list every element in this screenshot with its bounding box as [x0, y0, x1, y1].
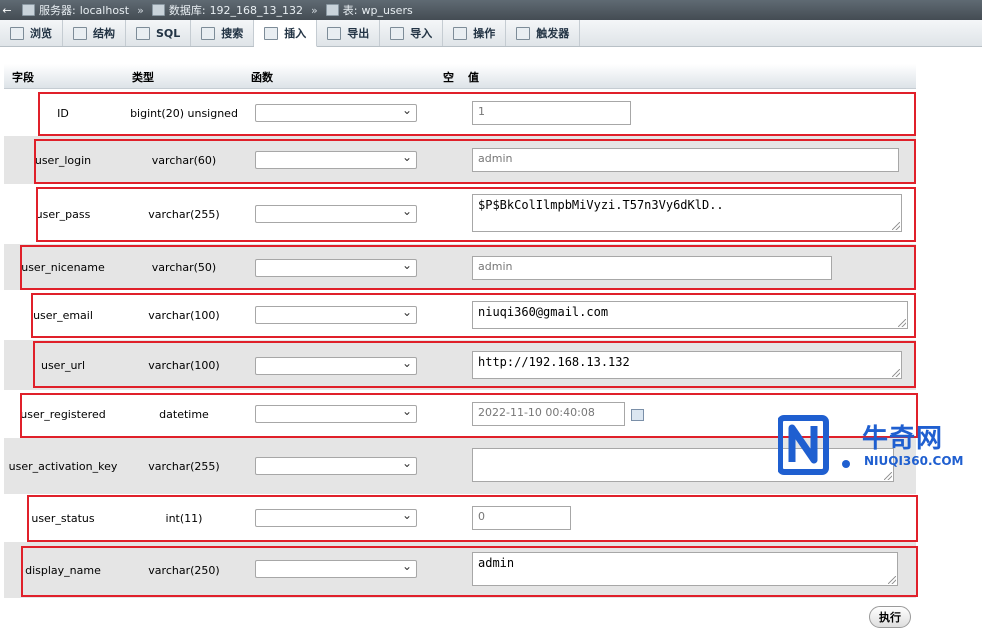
field-type: varchar(60): [151, 153, 217, 167]
column-header-function: 函数: [251, 71, 273, 84]
trigger-icon: [516, 26, 531, 40]
value-input-user-nicename[interactable]: admin: [472, 256, 832, 280]
value-textarea-user-pass[interactable]: $P$BkColIlmpbMiVyzi.T57n3Vy6dKlD..: [472, 194, 902, 232]
export-icon: [327, 26, 342, 40]
column-header-type: 类型: [132, 71, 154, 84]
table-row: ID bigint(20) unsigned 1: [4, 90, 916, 136]
function-select[interactable]: [255, 456, 417, 475]
field-type: int(11): [165, 511, 203, 525]
function-select[interactable]: [255, 404, 417, 423]
field-type: varchar(255): [148, 207, 220, 221]
table-row: user_nicename varchar(50) admin: [4, 244, 916, 290]
field-type: varchar(100): [148, 358, 220, 372]
field-name: display_name: [25, 563, 101, 577]
watermark: 牛奇网 NIUQI360.COM: [778, 412, 978, 478]
field-name: user_activation_key: [8, 459, 118, 473]
tab-operations[interactable]: 操作: [443, 20, 507, 46]
value-textarea-user-url[interactable]: http://192.168.13.132: [472, 351, 902, 379]
breadcrumb-table-value[interactable]: wp_users: [362, 4, 413, 17]
search-icon: [201, 26, 216, 40]
function-select[interactable]: [255, 150, 417, 169]
function-select[interactable]: [255, 204, 417, 223]
field-type: bigint(20) unsigned: [130, 106, 238, 120]
breadcrumb-db-label: 数据库:: [168, 4, 206, 17]
wrench-icon: [453, 26, 468, 40]
calendar-icon[interactable]: [631, 409, 644, 421]
breadcrumb-server-label: 服务器:: [39, 4, 76, 17]
table-row: user_login varchar(60) admin: [4, 136, 916, 184]
insert-icon: [264, 26, 279, 40]
field-name: ID: [57, 106, 69, 120]
execute-button[interactable]: 执行: [869, 606, 911, 628]
field-name: user_nicename: [21, 260, 105, 274]
tab-search[interactable]: 搜索: [191, 20, 255, 46]
breadcrumb-server-value[interactable]: localhost: [80, 4, 129, 17]
value-input-id[interactable]: 1: [472, 101, 631, 125]
database-icon: [151, 4, 165, 16]
function-select[interactable]: [255, 258, 417, 277]
function-select[interactable]: [255, 103, 417, 122]
value-input-user-status[interactable]: 0: [472, 506, 571, 530]
field-type: varchar(100): [148, 308, 220, 322]
import-icon: [390, 26, 405, 40]
breadcrumb-table-label: 表:: [342, 4, 358, 17]
column-header-field: 字段: [12, 71, 34, 84]
table-row: user_email varchar(100) niuqi360@gmail.c…: [4, 290, 916, 340]
field-type: varchar(250): [148, 563, 220, 577]
watermark-dot: [842, 460, 850, 468]
column-header-value: 值: [468, 71, 479, 84]
field-type: datetime: [159, 407, 209, 421]
server-icon: [22, 4, 35, 16]
function-select[interactable]: [255, 508, 417, 527]
value-textarea-user-email[interactable]: niuqi360@gmail.com: [472, 301, 908, 329]
function-select[interactable]: [255, 559, 417, 578]
function-select[interactable]: [255, 356, 417, 375]
watermark-logo-icon: [778, 415, 829, 475]
sql-icon: [136, 26, 150, 40]
function-select[interactable]: [255, 305, 417, 324]
tab-export[interactable]: 导出: [317, 20, 381, 46]
field-name: user_url: [40, 358, 86, 372]
field-type: varchar(50): [151, 260, 217, 274]
field-name: user_registered: [20, 407, 106, 421]
watermark-en: NIUQI360.COM: [864, 454, 964, 468]
table-row: user_status int(11) 0: [4, 494, 916, 542]
tab-browse[interactable]: 浏览: [0, 20, 63, 46]
value-input-user-registered[interactable]: 2022-11-10 00:40:08: [472, 402, 625, 426]
breadcrumb-separator: »: [137, 3, 144, 17]
back-arrow-icon[interactable]: ←: [0, 4, 14, 17]
tab-insert[interactable]: 插入: [254, 20, 318, 47]
insert-table-header: 字段 类型 函数 空 值: [4, 64, 916, 89]
breadcrumb: ← 服务器: localhost » 数据库: 192_168_13_132 »…: [0, 0, 982, 20]
tab-import[interactable]: 导入: [380, 20, 444, 46]
value-textarea-display-name[interactable]: admin: [472, 552, 898, 586]
breadcrumb-table[interactable]: 表: wp_users: [325, 2, 413, 18]
structure-icon: [73, 26, 87, 40]
tab-sql[interactable]: SQL: [126, 20, 192, 46]
breadcrumb-server[interactable]: 服务器: localhost: [22, 2, 129, 18]
breadcrumb-separator: »: [311, 3, 318, 17]
tab-structure[interactable]: 结构: [63, 20, 126, 46]
table-row: display_name varchar(250) admin: [4, 542, 916, 598]
table-row: user_pass varchar(255) $P$BkColIlmpbMiVy…: [4, 184, 916, 244]
table-icon: [325, 4, 339, 16]
field-name: user_status: [31, 511, 95, 525]
field-name: user_login: [34, 153, 92, 167]
value-input-user-login[interactable]: admin: [472, 148, 899, 172]
column-header-null: 空: [443, 71, 454, 84]
field-name: user_email: [33, 308, 93, 322]
breadcrumb-db-value[interactable]: 192_168_13_132: [210, 4, 303, 17]
tab-triggers[interactable]: 触发器: [506, 20, 581, 46]
browse-icon: [10, 26, 24, 40]
tab-bar: 浏览 结构 SQL 搜索 插入 导出 导入 操作 触发器: [0, 20, 982, 47]
breadcrumb-database[interactable]: 数据库: 192_168_13_132: [151, 2, 303, 18]
field-type: varchar(255): [148, 459, 220, 473]
field-name: user_pass: [35, 207, 91, 221]
table-row: user_url varchar(100) http://192.168.13.…: [4, 340, 916, 390]
watermark-cn: 牛奇网: [862, 424, 944, 454]
